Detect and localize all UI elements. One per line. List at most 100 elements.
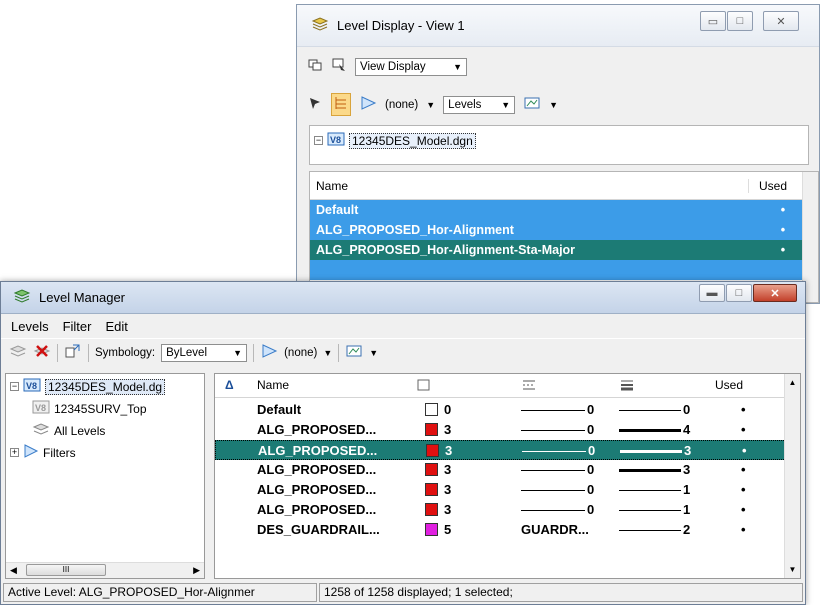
- copy-view-icon[interactable]: [307, 57, 323, 76]
- menu-edit[interactable]: Edit: [105, 319, 127, 334]
- style-line: [522, 451, 586, 452]
- used-indicator: •: [742, 443, 747, 458]
- weight-value: 3: [683, 462, 691, 477]
- chevron-down-icon[interactable]: ▼: [549, 100, 558, 110]
- style-line: [521, 510, 585, 511]
- table-row[interactable]: ALG_PROPOSED... 3 0 4 •: [215, 420, 786, 440]
- collapse-icon[interactable]: −: [314, 136, 323, 145]
- level-name: ALG_PROPOSED...: [257, 422, 377, 437]
- level-name: ALG_PROPOSED...: [257, 502, 377, 517]
- table-row[interactable]: ALG_PROPOSED... 3 0 3 •: [215, 440, 786, 460]
- vertical-scrollbar[interactable]: ▲ ▼: [784, 374, 800, 578]
- expand-icon[interactable]: +: [10, 448, 19, 457]
- minimize-button[interactable]: ▬: [699, 284, 725, 302]
- scroll-left-icon[interactable]: ◀: [10, 565, 17, 576]
- list-item[interactable]: [310, 260, 818, 280]
- scroll-right-icon[interactable]: ▶: [193, 565, 200, 576]
- filter-icon[interactable]: [260, 343, 278, 362]
- svg-text:V8: V8: [35, 403, 46, 413]
- scroll-up-icon[interactable]: ▲: [789, 378, 797, 387]
- menu-levels[interactable]: Levels: [11, 319, 49, 334]
- level-properties-icon[interactable]: [64, 343, 82, 362]
- toolbar-separator: [57, 343, 58, 362]
- filter-none-label[interactable]: (none): [385, 99, 418, 111]
- scrollbar-thumb[interactable]: III: [26, 564, 106, 576]
- view-display-dropdown[interactable]: View Display ▼: [355, 57, 467, 76]
- tree-node-filters[interactable]: + Filters: [10, 444, 76, 461]
- minimize-button[interactable]: ▭: [700, 11, 726, 31]
- level-display-window-controls: ▭ □ ✕: [699, 11, 799, 31]
- chevron-down-icon[interactable]: ▼: [369, 348, 378, 358]
- color-box: [425, 503, 438, 516]
- scroll-down-icon[interactable]: ▼: [789, 565, 797, 574]
- tree-node-model[interactable]: − V8 12345DES_Model.dgn: [314, 132, 476, 149]
- close-button[interactable]: ✕: [763, 11, 799, 31]
- levels-icon: [32, 422, 50, 439]
- filter-none-label[interactable]: (none): [284, 347, 317, 359]
- status-active-level: Active Level: ALG_PROPOSED_Hor-Alignmer: [3, 582, 317, 602]
- style-column-icon[interactable]: [521, 378, 537, 395]
- style-line: [521, 490, 585, 491]
- symbology-dropdown[interactable]: ByLevel ▼: [161, 343, 248, 362]
- maximize-button[interactable]: □: [726, 284, 752, 302]
- weight-value: 0: [683, 402, 691, 417]
- level-tree-pane: − V8 12345DES_Model.dg V8 12345SURV_Top …: [5, 373, 205, 579]
- list-item[interactable]: Default •: [310, 200, 818, 220]
- maximize-button[interactable]: □: [727, 11, 753, 31]
- table-row[interactable]: ALG_PROPOSED... 3 0 3 •: [215, 460, 786, 480]
- tree-node-all-levels[interactable]: All Levels: [32, 422, 105, 439]
- color-swatch: 3: [426, 443, 452, 458]
- level-manager-titlebar[interactable]: Level Manager: [1, 282, 805, 314]
- color-column-icon[interactable]: [417, 378, 431, 395]
- column-used[interactable]: Used: [715, 378, 743, 392]
- sort-indicator[interactable]: Δ: [225, 378, 234, 392]
- table-row[interactable]: Default 0 0 0 •: [215, 400, 786, 420]
- tree-node-model[interactable]: − V8 12345DES_Model.dg: [10, 378, 166, 395]
- chevron-down-icon[interactable]: ▼: [323, 348, 332, 358]
- color-box: [425, 403, 438, 416]
- color-swatch: 3: [425, 482, 451, 497]
- tree-node-label: Filters: [43, 445, 76, 460]
- select-view-icon[interactable]: [331, 57, 347, 76]
- level-display-toolbar-1: View Display ▼: [307, 57, 467, 76]
- pointer-flag-icon[interactable]: [307, 95, 323, 114]
- table-row[interactable]: ALG_PROPOSED... 3 0 1 •: [215, 500, 786, 520]
- delete-level-icon[interactable]: [33, 343, 51, 362]
- close-button[interactable]: ✕: [753, 284, 797, 302]
- level-manager-title: Level Manager: [39, 290, 125, 305]
- levels-dropdown[interactable]: Levels ▼: [443, 95, 516, 114]
- style-line: [521, 410, 585, 411]
- symbology-icon[interactable]: [345, 343, 363, 362]
- used-indicator: •: [741, 422, 746, 437]
- horizontal-scrollbar[interactable]: ◀ III ▶: [6, 562, 204, 578]
- tree-node-label: All Levels: [54, 423, 106, 438]
- new-level-icon[interactable]: [9, 343, 27, 362]
- collapse-icon[interactable]: −: [10, 382, 19, 391]
- list-item[interactable]: ALG_PROPOSED_Hor-Alignment •: [310, 220, 818, 240]
- column-name[interactable]: Name: [257, 378, 289, 392]
- filter-icon[interactable]: [359, 95, 377, 114]
- menu-filter[interactable]: Filter: [63, 319, 92, 334]
- symbology-icon[interactable]: [523, 95, 541, 114]
- weight-line: [619, 429, 681, 432]
- weight-value: 3: [684, 443, 692, 458]
- toolbar-separator: [338, 343, 340, 362]
- level-grid: Δ Name Used Default 0 0 0 • ALG_PROPOSED... 3 0…: [214, 373, 801, 579]
- level-display-tree: − V8 12345DES_Model.dgn: [309, 125, 809, 165]
- column-name[interactable]: Name: [310, 179, 748, 193]
- weight-column-icon[interactable]: [619, 378, 635, 395]
- svg-text:V8: V8: [330, 135, 341, 145]
- table-row[interactable]: ALG_PROPOSED... 3 0 1 •: [215, 480, 786, 500]
- table-row[interactable]: DES_GUARDRAIL... 5 GUARDR... 2 •: [215, 520, 786, 540]
- level-manager-icon: [13, 288, 31, 307]
- color-number: 3: [444, 502, 452, 517]
- level-tree-toggle-icon[interactable]: [331, 93, 351, 116]
- chevron-down-icon[interactable]: ▼: [426, 100, 435, 110]
- level-name: DES_GUARDRAIL...: [257, 522, 380, 537]
- tree-node-reference[interactable]: V8 12345SURV_Top: [32, 400, 147, 417]
- svg-text:V8: V8: [26, 381, 37, 391]
- filter-icon: [23, 444, 39, 461]
- list-item[interactable]: ALG_PROPOSED_Hor-Alignment-Sta-Major •: [310, 240, 818, 260]
- symbology-label: Symbology:: [95, 346, 156, 359]
- level-manager-toolbar: Symbology: ByLevel ▼ (none) ▼ ▼: [1, 338, 805, 366]
